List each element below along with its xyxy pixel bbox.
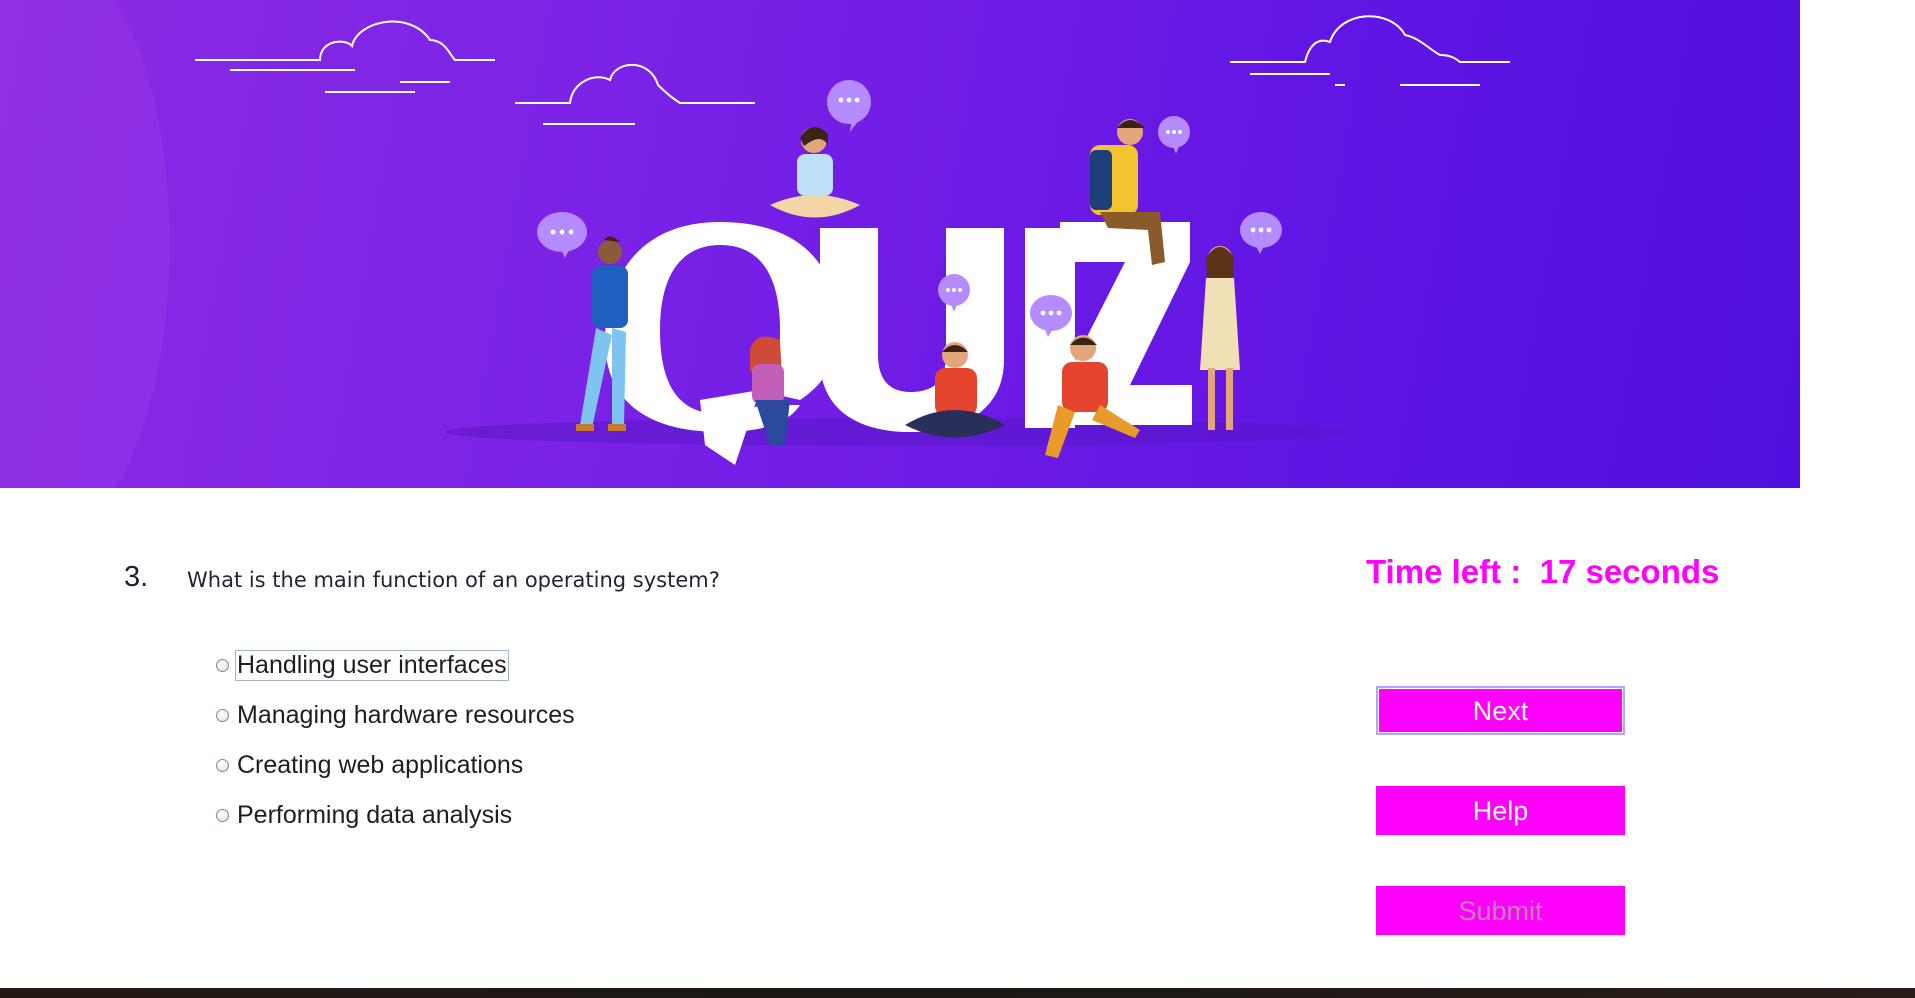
option-label: Creating web applications — [237, 750, 524, 779]
question-number: 3. — [124, 561, 149, 593]
option-managing-hardware-resources[interactable]: Managing hardware resources — [216, 698, 577, 732]
submit-button[interactable]: Submit — [1376, 886, 1625, 935]
option-performing-data-analysis[interactable]: Performing data analysis — [216, 798, 514, 832]
option-label: Performing data analysis — [237, 800, 513, 829]
radio-button[interactable] — [216, 658, 229, 672]
help-button[interactable]: Help — [1376, 786, 1625, 835]
speech-bubble-2 — [827, 80, 871, 132]
option-label: Managing hardware resources — [237, 700, 575, 729]
question-text: What is the main function of an operatin… — [187, 568, 720, 592]
option-label: Handling user interfaces — [235, 649, 509, 681]
radio-button[interactable] — [216, 708, 229, 722]
person-standing-right — [1200, 246, 1240, 430]
cloud-outline-3 — [1230, 15, 1510, 86]
cloud-outline-2 — [515, 63, 755, 125]
quiz-banner-illustration — [0, 0, 1510, 488]
radio-button[interactable] — [216, 758, 229, 772]
person-standing-left — [576, 236, 628, 431]
option-handling-user-interfaces[interactable]: Handling user interfaces — [216, 648, 509, 682]
speech-bubble-6 — [1240, 212, 1282, 254]
option-creating-web-applications[interactable]: Creating web applications — [216, 748, 525, 782]
timer-value: 17 seconds — [1539, 553, 1720, 590]
speech-bubble-1 — [537, 212, 587, 258]
radio-button[interactable] — [216, 808, 229, 822]
person-sitting-top — [770, 126, 860, 218]
cloud-outline-1 — [195, 20, 495, 93]
timer: Time left : 17 seconds — [1366, 553, 1719, 591]
speech-bubble-3 — [1158, 116, 1190, 154]
quiz-banner — [0, 0, 1800, 488]
next-button[interactable]: Next — [1376, 686, 1625, 735]
quiz-page: 3. What is the main function of an opera… — [0, 0, 1915, 998]
timer-label: Time left : — [1366, 553, 1522, 590]
bottom-bar — [0, 988, 1915, 998]
banner-glow — [0, 0, 170, 488]
